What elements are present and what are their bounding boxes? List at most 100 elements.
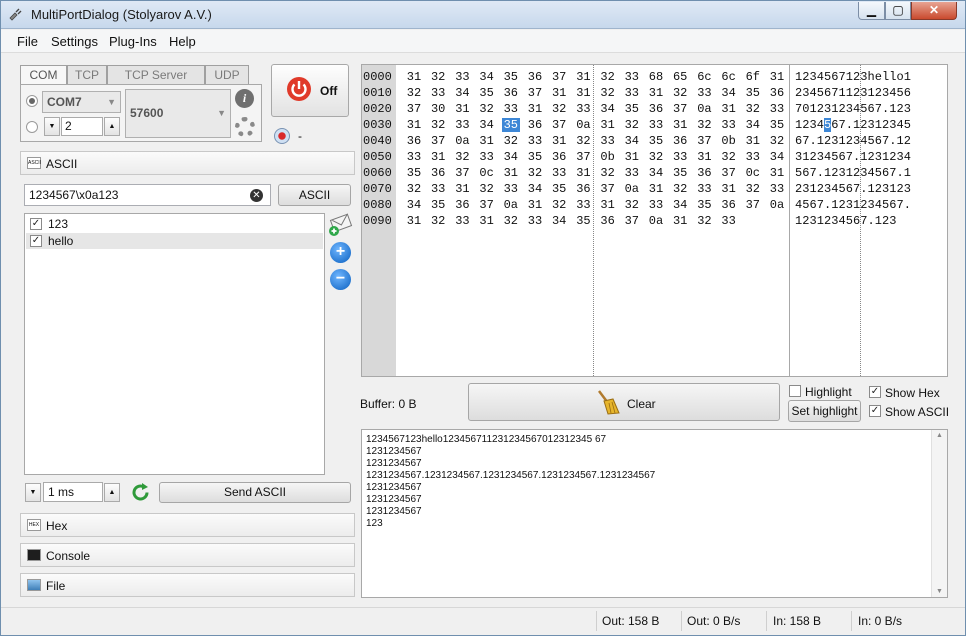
hex-byte[interactable]: 36 [599,214,617,228]
ascii-char[interactable]: 2 [875,182,882,196]
ascii-char[interactable]: 3 [831,134,838,148]
maximize-button[interactable]: ▢ [885,2,911,20]
hex-byte[interactable]: 32 [623,118,641,132]
ascii-char[interactable]: 1 [889,102,896,116]
ascii-char[interactable]: 1 [817,214,824,228]
hex-byte[interactable]: 33 [550,166,568,180]
menu-settings[interactable]: Settings [51,34,98,49]
interval-up-button[interactable]: ▲ [104,483,120,502]
ascii-char[interactable]: 6 [831,70,838,84]
ascii-char[interactable]: 2 [810,150,817,164]
hex-byte[interactable]: 37 [599,182,617,196]
ascii-char[interactable]: 1 [875,214,882,228]
hex-byte[interactable]: 34 [550,214,568,228]
hex-byte[interactable]: 34 [478,118,496,132]
ascii-char[interactable]: 1 [817,134,824,148]
hex-byte[interactable]: 32 [695,118,713,132]
baud-select[interactable]: 57600 ▼ [125,89,231,138]
ascii-char[interactable]: 4 [853,102,860,116]
hex-byte[interactable]: 30 [429,102,447,116]
ascii-char[interactable]: 2 [904,134,911,148]
ascii-char[interactable]: 1 [853,198,860,212]
hex-byte[interactable]: 35 [405,166,423,180]
hex-byte[interactable]: 31 [744,134,762,148]
hex-byte[interactable]: 35 [768,118,786,132]
hex-byte[interactable]: 34 [623,134,641,148]
ascii-char[interactable]: 7 [839,70,846,84]
ascii-char[interactable]: 2 [824,134,831,148]
item-checkbox[interactable]: ✓ [30,218,42,230]
hex-byte[interactable]: 33 [453,214,471,228]
ascii-char[interactable]: 2 [831,166,838,180]
hex-byte[interactable]: 32 [550,198,568,212]
hex-byte[interactable]: 31 [599,118,617,132]
hex-byte[interactable]: 35 [502,70,520,84]
hex-byte[interactable]: 0b [599,150,617,164]
ascii-char[interactable]: 3 [810,70,817,84]
hex-byte[interactable]: 31 [768,70,786,84]
send-ascii-button[interactable]: Send ASCII [159,482,351,503]
ascii-char[interactable]: 3 [824,102,831,116]
hex-byte[interactable]: 33 [429,182,447,196]
ascii-char[interactable]: 6 [824,86,831,100]
ascii-char[interactable]: l [889,70,896,84]
menu-help[interactable]: Help [169,34,196,49]
clear-input-icon[interactable]: ✕ [250,189,263,202]
spin-down-button[interactable]: ▼ [44,117,60,136]
ascii-char[interactable]: 2 [846,134,853,148]
hex-byte[interactable]: 31 [502,166,520,180]
ascii-char[interactable]: 4 [839,214,846,228]
hex-byte[interactable]: 36 [768,86,786,100]
ascii-char[interactable]: 3 [860,70,867,84]
spin-up-button[interactable]: ▲ [104,117,120,136]
ascii-char[interactable]: 1 [846,86,853,100]
show-hex-checkbox[interactable]: ✓ [869,386,881,398]
ascii-char[interactable]: 4 [889,86,896,100]
hex-byte[interactable]: 32 [502,134,520,148]
ascii-char[interactable]: 1 [853,118,860,132]
ascii-char[interactable]: 3 [846,102,853,116]
ascii-char[interactable]: 3 [802,86,809,100]
repeat-icon[interactable] [130,482,151,503]
section-ascii[interactable]: ASCII ASCII [20,151,355,175]
hex-byte[interactable]: 35 [647,134,665,148]
ascii-char[interactable]: 1 [810,102,817,116]
ascii-char[interactable]: 7 [897,198,904,212]
menu-file[interactable]: File [17,34,38,49]
ascii-char[interactable]: 4 [875,198,882,212]
ascii-char[interactable]: 2 [882,118,889,132]
ascii-char[interactable]: 4 [817,70,824,84]
hex-byte[interactable]: 37 [574,150,592,164]
remove-item-icon[interactable]: − [330,269,351,290]
ascii-char[interactable]: 3 [904,182,911,196]
ascii-char[interactable]: 5 [860,102,867,116]
hex-byte[interactable]: 35 [623,102,641,116]
ascii-char[interactable]: 2 [897,102,904,116]
hex-byte[interactable]: 31 [671,118,689,132]
hex-byte[interactable]: 36 [671,134,689,148]
hex-byte[interactable]: 31 [405,70,423,84]
ascii-char[interactable]: 1 [802,150,809,164]
ascii-char[interactable]: . [846,118,853,132]
hex-byte[interactable]: 35 [671,166,689,180]
hex-byte[interactable]: 33 [695,182,713,196]
hex-byte[interactable]: 33 [453,70,471,84]
hex-byte[interactable]: 35 [429,198,447,212]
hex-byte[interactable]: 31 [405,214,423,228]
tab-udp[interactable]: UDP [205,65,249,85]
hex-byte[interactable]: 35 [550,182,568,196]
ascii-char[interactable]: 6 [853,214,860,228]
hex-byte[interactable]: 33 [671,150,689,164]
hex-byte[interactable]: 31 [574,166,592,180]
hex-byte[interactable]: 33 [720,118,738,132]
ascii-char[interactable]: . [889,134,896,148]
ascii-char[interactable]: 1 [904,70,911,84]
hex-byte[interactable]: 33 [405,150,423,164]
ascii-char[interactable]: 6 [868,102,875,116]
hex-byte[interactable]: 6c [720,70,738,84]
hex-byte[interactable]: 31 [453,182,471,196]
hex-byte[interactable]: 32 [429,214,447,228]
hex-byte[interactable]: 32 [502,214,520,228]
ascii-char[interactable]: 7 [853,182,860,196]
ascii-char[interactable]: 6 [882,166,889,180]
